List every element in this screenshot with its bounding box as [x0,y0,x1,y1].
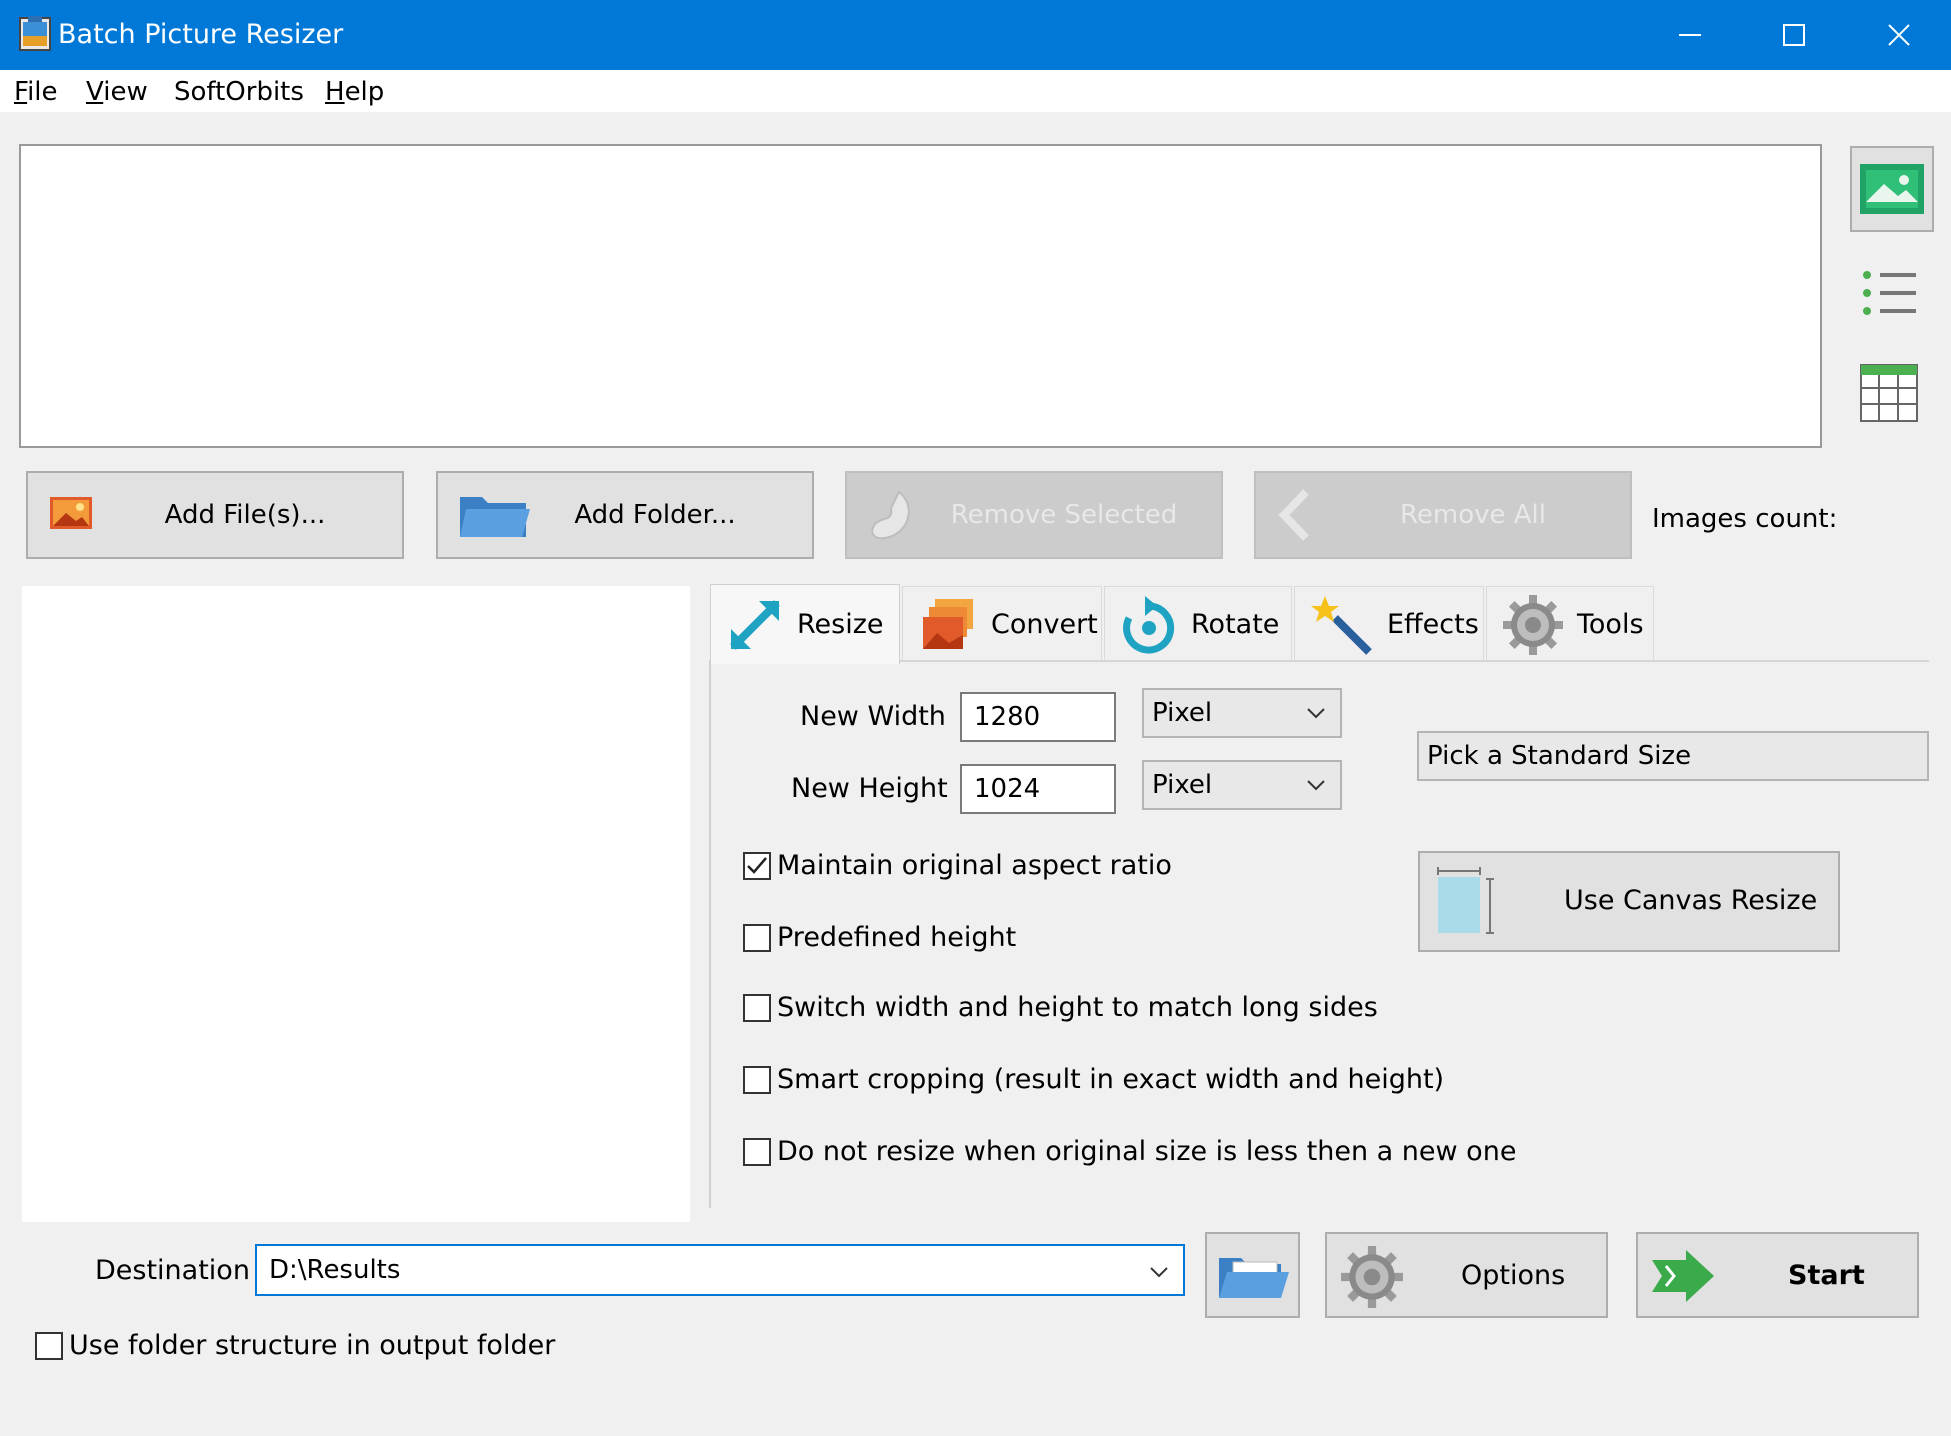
add-folder-button[interactable]: Add Folder... [436,471,814,559]
close-button[interactable] [1847,0,1951,70]
canvas-resize-icon [1437,867,1494,934]
tab-effects[interactable]: Effects [1294,586,1484,662]
table-view-icon [1860,364,1918,422]
start-button[interactable]: Start [1636,1232,1919,1318]
resize-arrow-icon [730,599,780,650]
destination-label: Destination [95,1255,250,1286]
images-count-label: Images count: [1652,504,1838,534]
remove-selected-button[interactable]: Remove Selected [845,471,1223,559]
add-files-button[interactable]: Add File(s)... [26,471,404,559]
width-unit-select[interactable]: Pixel [1142,688,1342,738]
list-view-button[interactable] [1850,258,1934,344]
new-height-input[interactable]: 1024 [960,764,1116,814]
table-view-button[interactable] [1850,358,1934,444]
gear-icon [1341,1246,1403,1308]
minimize-icon [1679,34,1701,36]
gear-icon [1503,594,1563,655]
convert-images-icon [923,598,973,649]
do-not-resize-smaller-checkbox[interactable]: Do not resize when original size is less… [743,1136,1516,1167]
height-unit-select[interactable]: Pixel [1142,760,1342,810]
use-folder-structure-checkbox[interactable]: Use folder structure in output folder [35,1330,555,1361]
use-canvas-resize-button[interactable]: Use Canvas Resize [1418,851,1840,952]
tab-resize[interactable]: Resize [710,584,900,664]
window-title: Batch Picture Resizer [58,19,344,50]
switch-width-height-checkbox[interactable]: Switch width and height to match long si… [743,992,1378,1023]
options-button[interactable]: Options [1325,1232,1608,1318]
title-bar: Batch Picture Resizer [0,0,1951,70]
preview-panel [22,586,690,1222]
chevron-down-icon [1307,780,1325,791]
chevron-down-icon [1307,708,1325,719]
menu-view[interactable]: View [86,76,148,108]
predefined-height-checkbox[interactable]: Predefined height [743,922,1016,953]
open-folder-icon [1219,1258,1289,1298]
maintain-aspect-ratio-checkbox[interactable]: Maintain original aspect ratio [743,850,1172,881]
file-list[interactable] [19,144,1822,448]
checkbox-checked-icon [743,851,771,880]
thumbnails-view-button[interactable] [1850,146,1934,232]
menu-help[interactable]: Help [325,76,384,108]
app-icon [18,16,52,52]
minimize-button[interactable] [1638,0,1742,70]
magic-wand-icon [1311,595,1372,655]
maximize-icon [1783,24,1805,46]
remove-all-button[interactable]: Remove All [1254,471,1632,559]
maximize-button[interactable] [1742,0,1846,70]
chevron-down-icon [1150,1267,1168,1278]
menu-file[interactable]: File [14,76,58,108]
menu-bar: File View SoftOrbits Help [0,70,1951,112]
smart-cropping-checkbox[interactable]: Smart cropping (result in exact width an… [743,1064,1444,1095]
browse-folder-button[interactable] [1205,1232,1300,1318]
standard-size-select[interactable]: Pick a Standard Size [1417,731,1929,781]
thumbnails-view-icon [1860,164,1924,214]
new-width-input[interactable]: 1280 [960,692,1116,742]
rotate-icon [1123,595,1175,653]
list-view-icon [1863,271,1916,315]
new-width-label: New Width [800,701,946,732]
destination-combo[interactable]: D:\Results [255,1244,1185,1296]
close-icon [1888,24,1910,46]
start-arrow-icon [1652,1250,1714,1302]
tab-tools[interactable]: Tools [1486,586,1654,662]
tab-rotate[interactable]: Rotate [1104,586,1292,662]
menu-softorbits[interactable]: SoftOrbits [174,76,304,108]
tab-convert[interactable]: Convert [902,586,1102,662]
new-height-label: New Height [791,773,948,804]
